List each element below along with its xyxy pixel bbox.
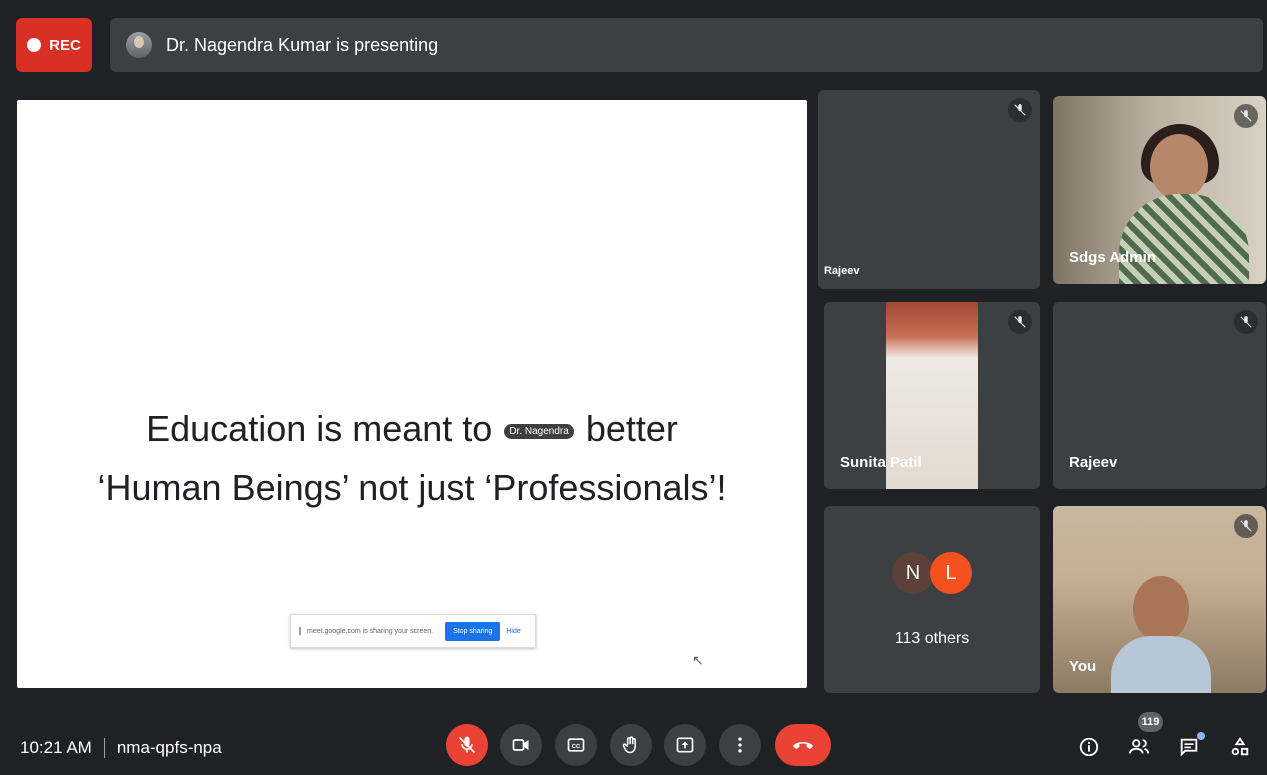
raise-hand-button[interactable] xyxy=(610,724,652,766)
shared-screen: Education is meant to Dr. Nagendra bette… xyxy=(17,100,807,688)
slide-line-1: Education is meant to Dr. Nagendra bette… xyxy=(17,408,807,450)
meeting-info: 10:21 AM nma-qpfs-npa xyxy=(20,738,222,758)
slide-text-start: Education is meant to xyxy=(146,408,503,449)
participant-name: Rajeev xyxy=(1069,454,1118,471)
activities-icon xyxy=(1231,737,1249,756)
top-bar: REC Dr. Nagendra Kumar is presenting xyxy=(16,18,1263,72)
presenting-banner: Dr. Nagendra Kumar is presenting xyxy=(110,18,1263,72)
info-icon xyxy=(1079,737,1099,757)
captions-button[interactable]: CC xyxy=(555,724,597,766)
participant-tile[interactable]: Sunita Patil xyxy=(824,302,1040,489)
people-button[interactable] xyxy=(1126,734,1152,760)
participant-video xyxy=(1133,576,1189,642)
others-tile[interactable]: N L 113 others xyxy=(824,506,1040,693)
rec-label: REC xyxy=(49,36,81,54)
screen-share-bar: meet.google.com is sharing your screen. … xyxy=(290,614,536,648)
drag-handle-icon[interactable] xyxy=(299,627,301,635)
people-icon xyxy=(1128,739,1150,754)
slide-text-end: better xyxy=(575,408,678,449)
more-vert-icon xyxy=(738,737,742,753)
mic-off-icon xyxy=(458,736,476,754)
slide-line-2: ‘Human Beings’ not just ‘Professionals’! xyxy=(97,467,727,508)
present-icon xyxy=(676,737,694,753)
leave-call-button[interactable] xyxy=(775,724,831,766)
participant-name: Sdgs Admin xyxy=(1069,249,1156,266)
present-screen-button[interactable] xyxy=(664,724,706,766)
participant-tile[interactable]: Rajeev xyxy=(818,90,1040,289)
clock: 10:21 AM xyxy=(20,738,92,757)
avatar: L xyxy=(930,552,972,594)
more-options-button[interactable] xyxy=(719,724,761,766)
divider xyxy=(103,738,105,758)
share-message: meet.google.com is sharing your screen. xyxy=(307,627,434,635)
hand-icon xyxy=(622,736,636,754)
mic-off-icon xyxy=(1008,310,1032,334)
others-avatars: N L xyxy=(892,552,972,594)
participant-name: Rajeev xyxy=(824,265,860,277)
others-count: 113 others xyxy=(894,630,970,647)
mic-off-icon xyxy=(1008,98,1032,122)
record-dot-icon xyxy=(27,38,42,52)
activities-button[interactable] xyxy=(1227,734,1253,760)
presenting-text: Dr. Nagendra Kumar is presenting xyxy=(166,34,439,55)
meeting-code: nma-qpfs-npa xyxy=(116,738,222,757)
mic-off-icon xyxy=(1234,514,1258,538)
mic-toggle-button[interactable] xyxy=(446,724,488,766)
mic-off-icon xyxy=(1234,310,1258,334)
svg-text:CC: CC xyxy=(572,744,581,750)
hide-button[interactable]: Hide xyxy=(506,628,520,635)
participant-tile[interactable]: Sdgs Admin xyxy=(1053,96,1266,284)
camera-icon xyxy=(512,739,529,751)
stop-sharing-button[interactable]: Stop sharing xyxy=(445,621,501,641)
people-count-badge: 119 xyxy=(1138,712,1163,732)
self-tile[interactable]: You xyxy=(1053,506,1266,693)
presenter-avatar xyxy=(126,32,152,58)
recording-indicator: REC xyxy=(16,18,92,72)
mic-off-icon xyxy=(1234,104,1258,128)
camera-toggle-button[interactable] xyxy=(500,724,542,766)
meeting-details-button[interactable] xyxy=(1076,734,1102,760)
mouse-cursor-icon: ↖ xyxy=(692,652,704,668)
hang-up-icon xyxy=(793,742,813,749)
closed-captions-icon: CC xyxy=(567,738,585,752)
chat-icon xyxy=(1180,738,1198,757)
participant-name: You xyxy=(1069,658,1097,675)
chat-notification-dot xyxy=(1197,732,1205,740)
presenter-name-chip: Dr. Nagendra xyxy=(504,423,574,439)
participant-tile[interactable]: Rajeev xyxy=(1053,302,1266,489)
bottom-bar: 10:21 AM nma-qpfs-npa CC 119 xyxy=(0,712,1267,775)
participant-name: Sunita Patil xyxy=(840,454,922,471)
avatar: N xyxy=(892,552,934,594)
